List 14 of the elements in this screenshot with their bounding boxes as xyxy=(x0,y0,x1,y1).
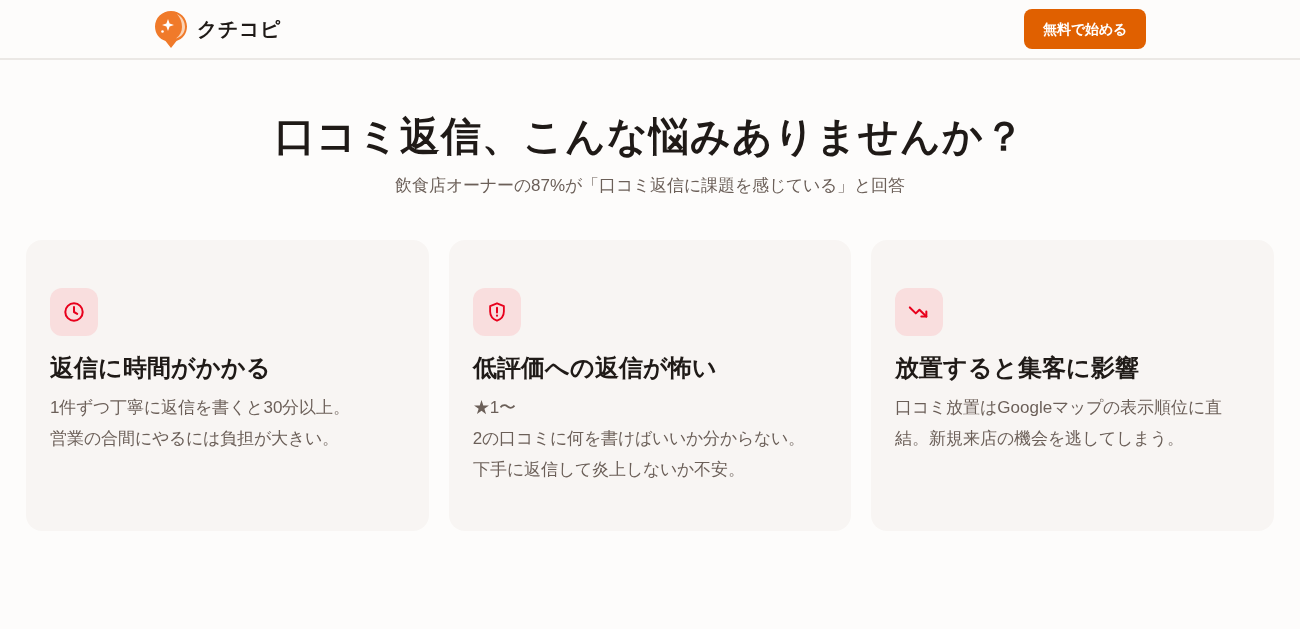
card-title: 放置すると集客に影響 xyxy=(895,353,1140,383)
card-title: 返信に時間がかかる xyxy=(50,353,271,383)
logo-icon[interactable] xyxy=(153,9,189,49)
start-free-button[interactable]: 無料で始める xyxy=(1024,9,1146,49)
section-subtitle: 飲食店オーナーの87%が「口コミ返信に課題を感じている」と回答 xyxy=(395,175,905,197)
trending-down-icon xyxy=(895,288,944,336)
logo-text[interactable]: クチコピ xyxy=(197,19,281,39)
section-title: 口コミ返信、こんな悩みありませんか？ xyxy=(274,113,1026,160)
clock-icon xyxy=(50,288,98,336)
card-title: 低評価への返信が怖い xyxy=(472,353,717,383)
card-description: 1件ずつ丁寧に返信を書くと30分以上。 営業の合間にやるには負担が大きい。 xyxy=(50,397,351,450)
card-description: 口コミ放置はGoogleマップの表示順位に直 結。新規来店の機会を逃してしまう。 xyxy=(895,397,1223,450)
shield-alert-icon xyxy=(472,288,521,336)
card-description: ★1〜 2の口コミに何を書けばいいか分からない。 下手に返信して炎上しないか不安。 xyxy=(472,397,806,481)
